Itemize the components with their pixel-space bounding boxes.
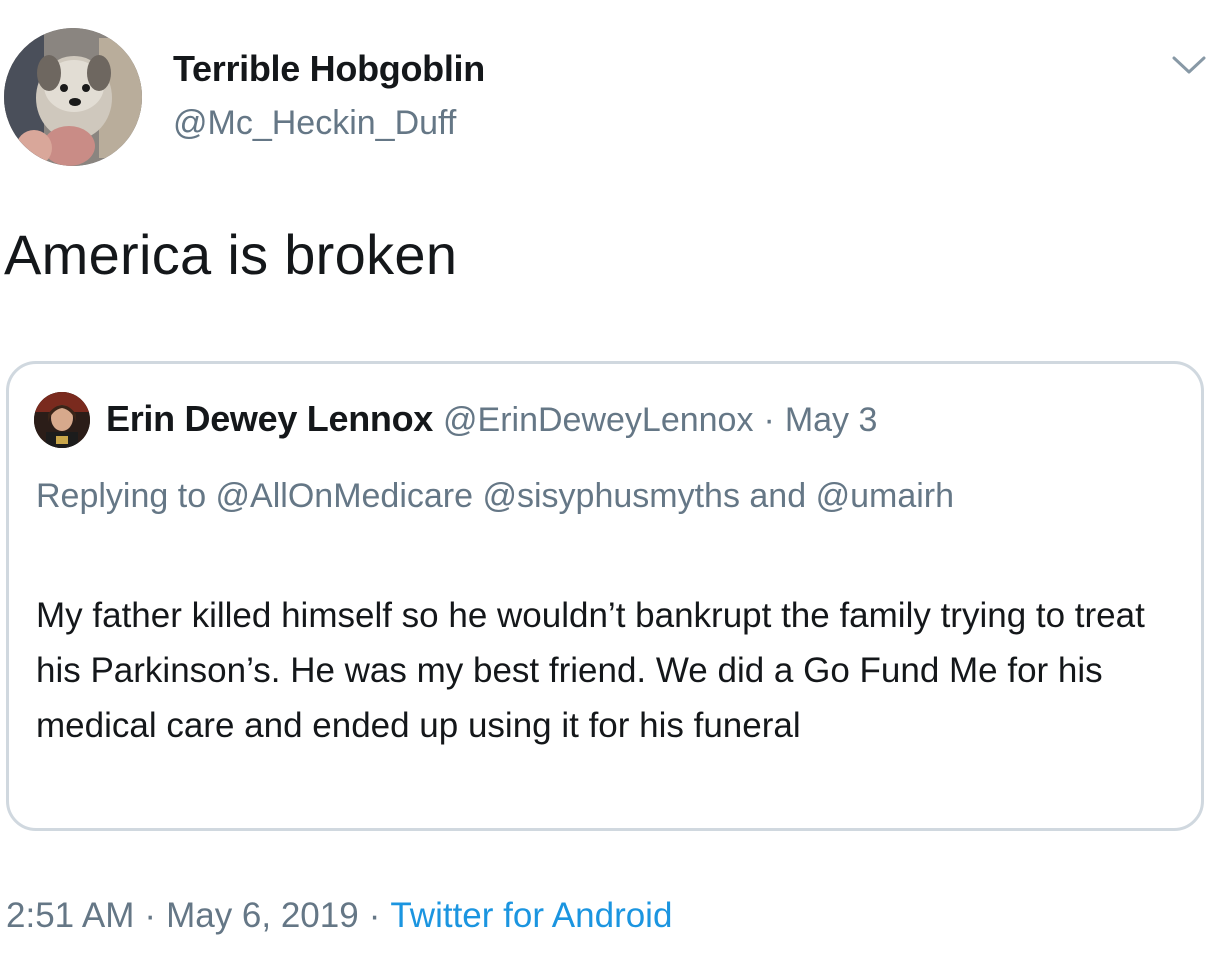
- tweet-time[interactable]: 2:51 AM: [6, 896, 134, 935]
- tweet-source-link[interactable]: Twitter for Android: [390, 896, 672, 935]
- quoted-replying-to: Replying to @AllOnMedicare @sisyphusmyth…: [36, 477, 955, 515]
- tweet-menu-button[interactable]: [1168, 50, 1210, 80]
- quoted-author-handle[interactable]: @ErinDeweyLennox: [443, 401, 753, 439]
- footer-separator: ·: [144, 896, 157, 935]
- author-handle[interactable]: @Mc_Heckin_Duff: [173, 104, 456, 143]
- tweet-date[interactable]: May 6, 2019: [166, 896, 359, 935]
- chevron-down-icon: [1172, 56, 1206, 74]
- avatar-image: [4, 28, 142, 166]
- footer-separator: ·: [368, 896, 381, 935]
- quoted-tweet-header: Erin Dewey Lennox @ErinDeweyLennox · May…: [106, 398, 877, 440]
- quoted-separator: ·: [763, 401, 775, 439]
- quoted-author-name[interactable]: Erin Dewey Lennox: [106, 398, 433, 439]
- tweet-text: America is broken: [4, 223, 458, 286]
- author-avatar[interactable]: [4, 28, 142, 166]
- quoted-date[interactable]: May 3: [785, 401, 878, 439]
- quoted-avatar-image: [34, 392, 90, 448]
- quoted-tweet-text: My father killed himself so he wouldn’t …: [36, 596, 1145, 745]
- author-display-name[interactable]: Terrible Hobgoblin: [173, 48, 485, 90]
- tweet-footer: 2:51 AM · May 6, 2019 · Twitter for Android: [6, 896, 672, 936]
- quoted-author-avatar[interactable]: [34, 392, 90, 448]
